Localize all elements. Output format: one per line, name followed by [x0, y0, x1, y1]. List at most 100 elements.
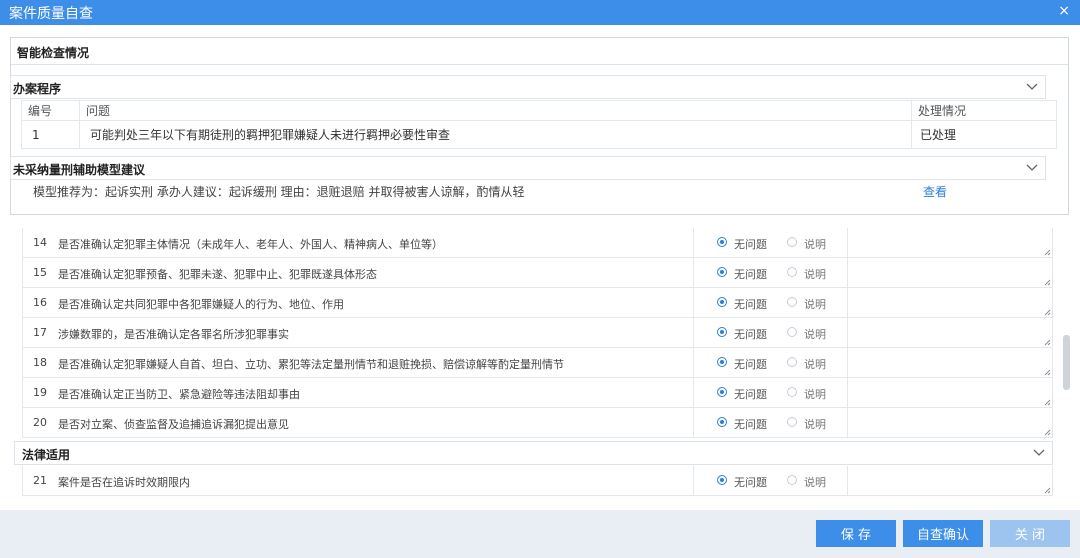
- radio-no-issue[interactable]: [717, 387, 727, 397]
- radio-note-label[interactable]: 说明: [804, 326, 826, 342]
- legal-section-title: 法律适用: [22, 448, 71, 462]
- radio-note[interactable]: [787, 357, 797, 367]
- checklist-row: 17 涉嫌数罪的，是否准确认定各罪名所涉犯罪事实 无问题 说明: [22, 318, 1053, 348]
- checklist-row: 15 是否准确认定犯罪预备、犯罪未遂、犯罪中止、犯罪既遂具体形态 无问题 说明: [22, 258, 1053, 288]
- radio-note-label[interactable]: 说明: [804, 236, 826, 252]
- radio-no-issue-label[interactable]: 无问题: [734, 386, 767, 402]
- item-question: 案件是否在追诉时效期限内: [58, 476, 190, 489]
- radio-no-issue[interactable]: [717, 297, 727, 307]
- checklist-row: 19 是否准确认定正当防卫、紧急避险等违法阻却事由 无问题 说明: [22, 378, 1053, 408]
- dialog-title: 案件质量自查: [9, 6, 93, 22]
- divider: [847, 288, 848, 317]
- item-number: 17: [33, 326, 47, 339]
- radio-note-label[interactable]: 说明: [804, 356, 826, 372]
- checklist-row: 18 是否准确认定犯罪嫌疑人自首、坦白、立功、累犯等法定量刑情节和退赃挽损、赔偿…: [22, 348, 1053, 378]
- problem-table-header: 编号 问题 处理情况: [21, 100, 1057, 121]
- model-advice-text: 模型推荐为：起诉实刑 承办人建议：起诉缓刑 理由：退赃退赔 并取得被害人谅解，酌…: [33, 185, 525, 199]
- radio-no-issue-label[interactable]: 无问题: [734, 236, 767, 252]
- radio-note[interactable]: [787, 387, 797, 397]
- checklist-row: 20 是否对立案、侦查监督及追捕追诉漏犯提出意见 无问题 说明: [22, 408, 1053, 438]
- resize-handle-icon[interactable]: [1044, 399, 1051, 406]
- radio-note-label[interactable]: 说明: [804, 296, 826, 312]
- divider: [693, 348, 694, 377]
- view-link[interactable]: 查看: [923, 183, 947, 200]
- chevron-down-icon[interactable]: [1025, 159, 1039, 175]
- radio-note[interactable]: [787, 417, 797, 427]
- radio-no-issue[interactable]: [717, 475, 727, 485]
- resize-handle-icon[interactable]: [1044, 339, 1051, 346]
- resize-handle-icon[interactable]: [1044, 487, 1051, 494]
- radio-note[interactable]: [787, 267, 797, 277]
- row-status: 已处理: [911, 120, 1057, 149]
- legal-section-header[interactable]: 法律适用: [14, 441, 1053, 465]
- item-number: 20: [33, 416, 47, 429]
- radio-note[interactable]: [787, 237, 797, 247]
- radio-no-issue-label[interactable]: 无问题: [734, 356, 767, 372]
- radio-note[interactable]: [787, 475, 797, 485]
- radio-no-issue[interactable]: [717, 327, 727, 337]
- item-question: 是否准确认定犯罪主体情况（未成年人、老年人、外国人、精神病人、单位等）: [58, 238, 443, 251]
- radio-no-issue-label[interactable]: 无问题: [734, 296, 767, 312]
- resize-handle-icon[interactable]: [1044, 369, 1051, 376]
- sentencing-section-header[interactable]: 未采纳量刑辅助模型建议: [10, 156, 1046, 180]
- divider: [693, 228, 694, 257]
- item-question: 是否准确认定犯罪预备、犯罪未遂、犯罪中止、犯罪既遂具体形态: [58, 268, 377, 281]
- radio-note-label[interactable]: 说明: [804, 474, 826, 490]
- divider: [693, 466, 694, 495]
- problem-table: 编号 问题 处理情况 1 可能判处三年以下有期徒刑的羁押犯罪嫌疑人未进行羁押必要…: [21, 100, 1057, 149]
- resize-handle-icon[interactable]: [1044, 429, 1051, 436]
- radio-note-label[interactable]: 说明: [804, 266, 826, 282]
- resize-handle-icon[interactable]: [1044, 279, 1051, 286]
- checklist-row: 21 案件是否在追诉时效期限内 无问题 说明: [22, 466, 1053, 496]
- item-number: 21: [33, 474, 47, 487]
- radio-no-issue-label[interactable]: 无问题: [734, 416, 767, 432]
- divider: [693, 288, 694, 317]
- divider: [693, 378, 694, 407]
- item-question: 是否准确认定犯罪嫌疑人自首、坦白、立功、累犯等法定量刑情节和退赃挽损、赔偿谅解等…: [58, 358, 564, 371]
- row-number: 1: [21, 120, 80, 149]
- radio-note[interactable]: [787, 297, 797, 307]
- row-issue: 可能判处三年以下有期徒刑的羁押犯罪嫌疑人未进行羁押必要性审查: [79, 120, 912, 149]
- item-number: 19: [33, 386, 47, 399]
- divider: [847, 408, 848, 437]
- radio-no-issue-label[interactable]: 无问题: [734, 326, 767, 342]
- vertical-scrollbar[interactable]: [1063, 335, 1070, 390]
- divider: [847, 348, 848, 377]
- procedure-section-header[interactable]: 办案程序: [10, 75, 1046, 99]
- radio-note-label[interactable]: 说明: [804, 386, 826, 402]
- chevron-down-icon[interactable]: [1032, 444, 1046, 460]
- item-question: 是否准确认定共同犯罪中各犯罪嫌疑人的行为、地位、作用: [58, 298, 344, 311]
- divider: [847, 466, 848, 495]
- table-row: 1 可能判处三年以下有期徒刑的羁押犯罪嫌疑人未进行羁押必要性审查 已处理: [21, 120, 1057, 149]
- radio-no-issue[interactable]: [717, 357, 727, 367]
- checklist-row: 14 是否准确认定犯罪主体情况（未成年人、老年人、外国人、精神病人、单位等） 无…: [22, 228, 1053, 258]
- divider: [847, 258, 848, 287]
- divider: [693, 258, 694, 287]
- item-number: 18: [33, 356, 47, 369]
- radio-no-issue[interactable]: [717, 237, 727, 247]
- dialog-titlebar: 案件质量自查 ×: [0, 0, 1080, 25]
- close-button[interactable]: 关 闭: [990, 520, 1070, 547]
- resize-handle-icon[interactable]: [1044, 309, 1051, 316]
- radio-no-issue-label[interactable]: 无问题: [734, 474, 767, 490]
- radio-no-issue-label[interactable]: 无问题: [734, 266, 767, 282]
- item-number: 15: [33, 266, 47, 279]
- radio-no-issue[interactable]: [717, 267, 727, 277]
- item-number: 14: [33, 236, 47, 249]
- resize-handle-icon[interactable]: [1044, 249, 1051, 256]
- chevron-down-icon[interactable]: [1025, 78, 1039, 94]
- radio-note[interactable]: [787, 327, 797, 337]
- item-question: 涉嫌数罪的，是否准确认定各罪名所涉犯罪事实: [58, 328, 289, 341]
- close-icon[interactable]: ×: [1058, 3, 1070, 19]
- dialog-footer: 保 存 自查确认 关 闭: [0, 510, 1080, 558]
- procedure-section-title: 办案程序: [13, 82, 62, 96]
- confirm-button[interactable]: 自查确认: [903, 520, 983, 547]
- col-number: 编号: [21, 100, 80, 121]
- radio-note-label[interactable]: 说明: [804, 416, 826, 432]
- divider: [847, 378, 848, 407]
- divider: [693, 408, 694, 437]
- save-button[interactable]: 保 存: [816, 520, 896, 547]
- item-question: 是否对立案、侦查监督及追捕追诉漏犯提出意见: [58, 418, 289, 431]
- col-issue: 问题: [79, 100, 912, 121]
- radio-no-issue[interactable]: [717, 417, 727, 427]
